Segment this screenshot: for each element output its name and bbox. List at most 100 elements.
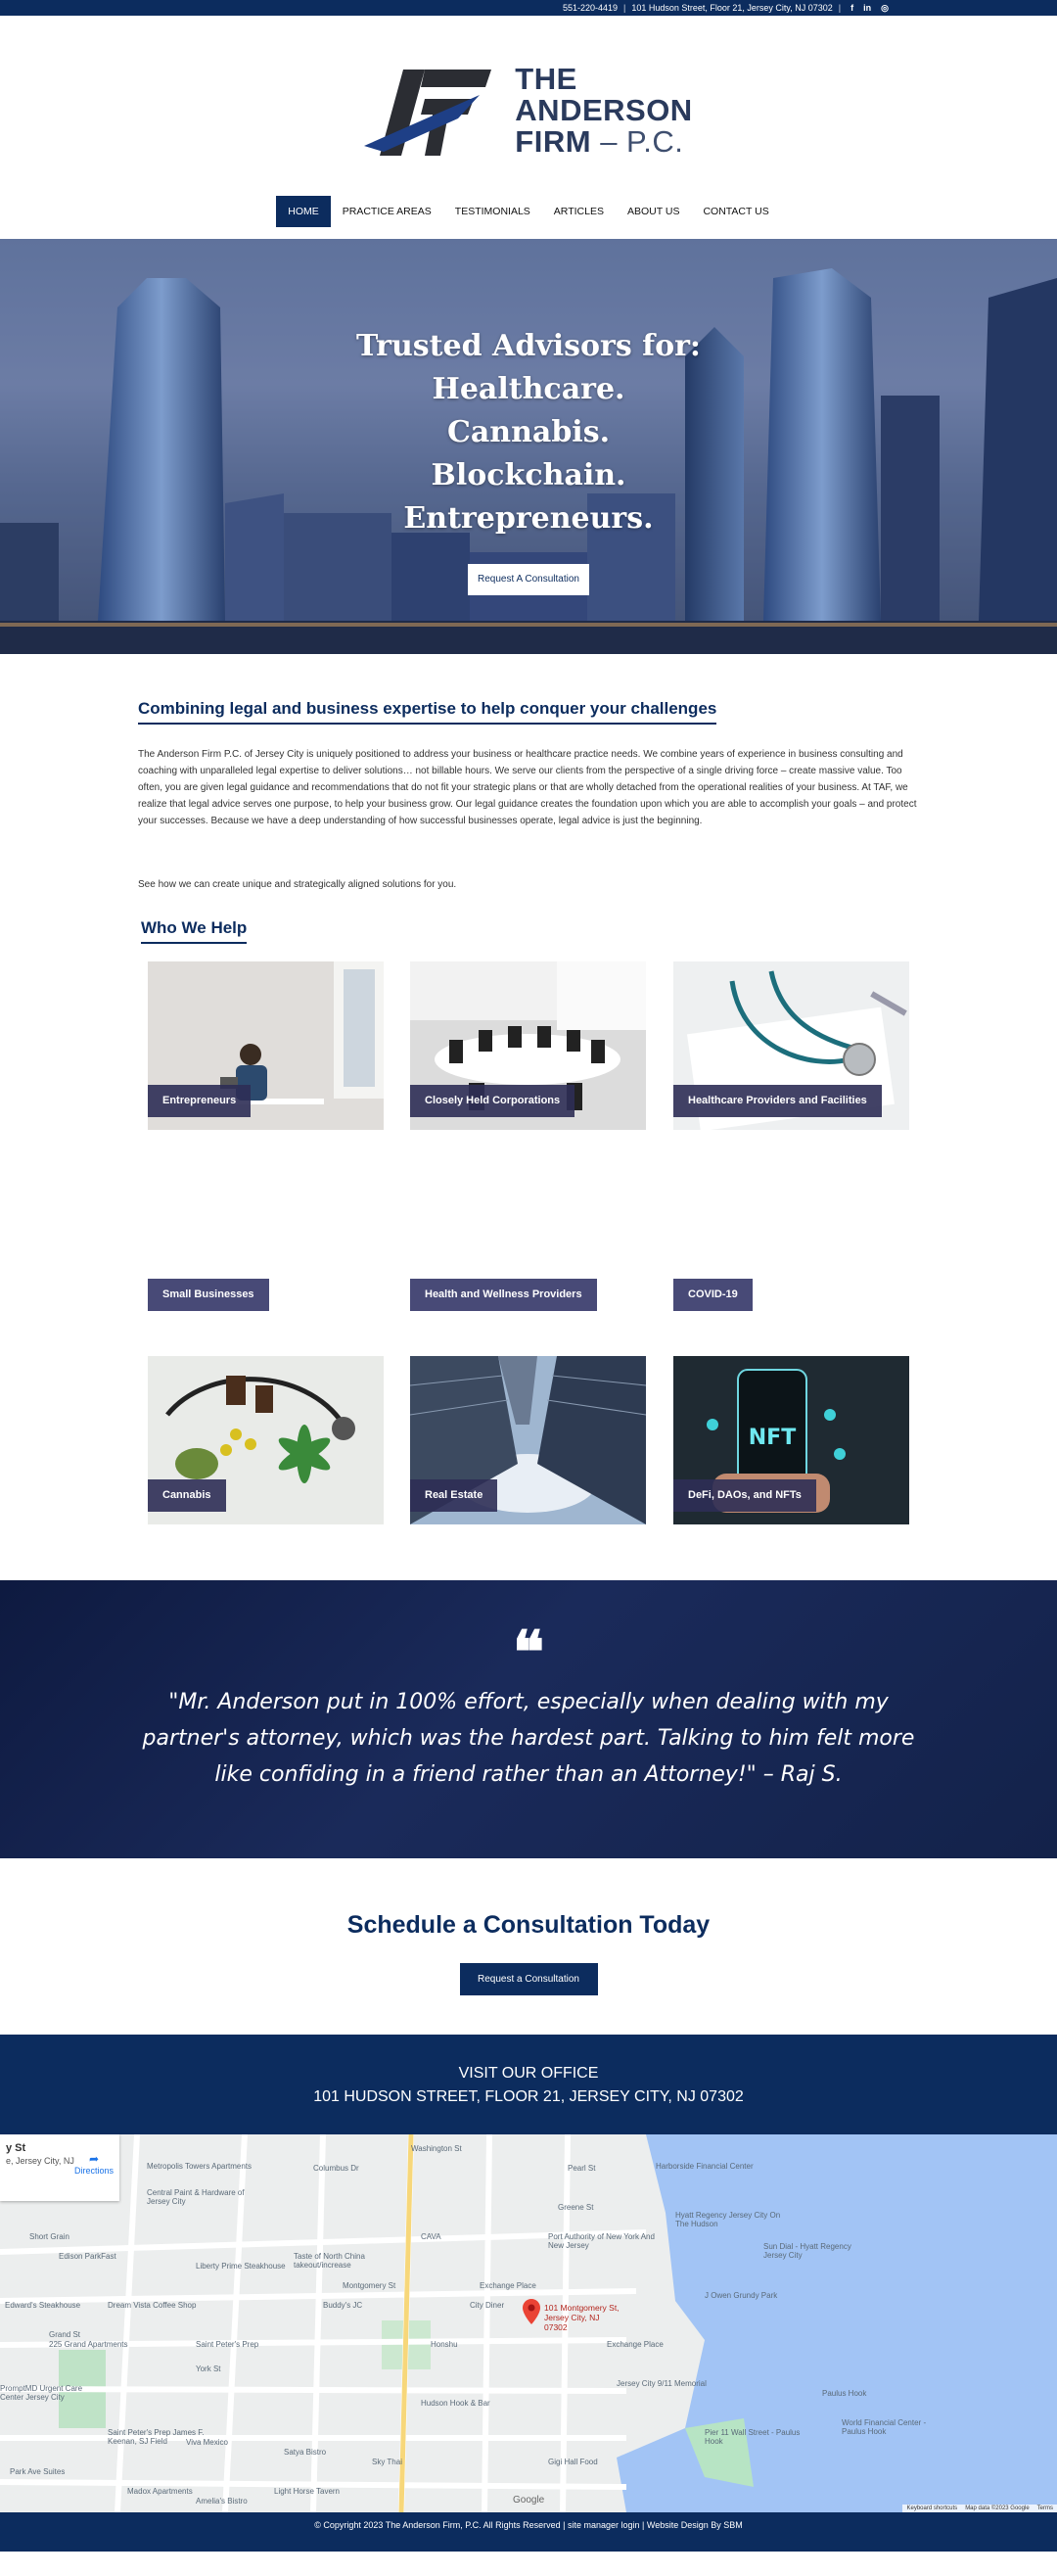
card-label: Entrepreneurs: [148, 1085, 252, 1117]
logo-firm: FIRM: [515, 124, 592, 159]
card-healthcare-providers[interactable]: Healthcare Providers and Facilities: [673, 961, 909, 1130]
nav-home[interactable]: HOME: [276, 196, 331, 227]
map-place-label: Liberty Prime Steakhouse: [196, 2262, 286, 2271]
card-small-businesses[interactable]: Small Businesses: [148, 1279, 269, 1311]
top-bar: 551-220-4419 | 101 Hudson Street, Floor …: [0, 0, 1057, 16]
main-nav: HOME PRACTICE AREAS TESTIMONIALS ARTICLE…: [0, 196, 1057, 239]
map-place-label: Washington St: [411, 2144, 462, 2153]
visit-address: 101 HUDSON STREET, FLOOR 21, JERSEY CITY…: [313, 2088, 744, 2105]
testimonial-text: "Mr. Anderson put in 100% effort, especi…: [142, 1690, 915, 1787]
map-place-label: Jersey City 9/11 Memorial: [617, 2379, 707, 2388]
intro-body: The Anderson Firm P.C. of Jersey City is…: [138, 749, 917, 826]
nav-about-us[interactable]: ABOUT US: [616, 196, 691, 227]
instagram-icon[interactable]: ◎: [881, 3, 889, 14]
site-logo[interactable]: THE ANDERSON FIRM – P.C.: [364, 62, 692, 160]
request-consultation-button[interactable]: Request A Consultation: [468, 564, 589, 595]
intro-section: Combining legal and business expertise t…: [0, 654, 919, 893]
nav-practice-areas[interactable]: PRACTICE AREAS: [331, 196, 443, 227]
map-place-label: Satya Bistro: [284, 2448, 327, 2457]
intro-heading: Combining legal and business expertise t…: [138, 699, 717, 725]
map-place-label: Gigi Hall Food: [548, 2458, 598, 2466]
map-place-label: Amelia's Bistro: [196, 2497, 248, 2506]
map-place-label: Metropolis Towers Apartments: [147, 2162, 253, 2171]
hero-line: Entrepreneurs.: [403, 501, 654, 536]
svg-text:NFT: NFT: [749, 1426, 796, 1450]
hero-line: Cannabis.: [446, 415, 611, 449]
who-we-help-grid: Entrepreneurs Closely Held Corporations: [0, 944, 1057, 1580]
map-attribution: Keyboard shortcuts Map data ©2023 Google…: [902, 2505, 1057, 2512]
logo-line-1: THE: [515, 62, 577, 96]
request-consultation-button-2[interactable]: Request a Consultation: [459, 1963, 598, 1995]
map-place-label: Montgomery St: [343, 2281, 396, 2290]
schedule-heading: Schedule a Consultation Today: [346, 1911, 711, 1939]
map-place-label: Saint Peter's Prep: [196, 2340, 259, 2349]
nav-articles[interactable]: ARTICLES: [542, 196, 616, 227]
divider: |: [623, 3, 626, 13]
visit-office-section: VISIT OUR OFFICE 101 HUDSON STREET, FLOO…: [0, 2035, 1057, 2134]
directions-icon: ➦: [88, 2152, 100, 2166]
map-place-label: Edward's Steakhouse: [5, 2301, 81, 2310]
visit-title: VISIT OUR OFFICE: [458, 2065, 599, 2082]
google-logo: Google: [513, 2495, 545, 2506]
hero-headline: Trusted Advisors for: Healthcare. Cannab…: [0, 325, 1057, 540]
card-entrepreneurs[interactable]: Entrepreneurs: [148, 961, 384, 1130]
map-place-label: Madox Apartments: [127, 2487, 193, 2496]
card-label: Closely Held Corporations: [410, 1085, 575, 1117]
card-real-estate[interactable]: Real Estate: [410, 1356, 646, 1524]
directions-label: Directions: [73, 2166, 114, 2176]
keyboard-shortcuts-link[interactable]: Keyboard shortcuts: [906, 2506, 957, 2511]
map-place-label: Taste of North China takeout/increase: [294, 2252, 365, 2270]
who-we-help-heading: Who We Help: [141, 918, 248, 944]
map-place-label: Park Ave Suites: [10, 2467, 66, 2476]
google-map[interactable]: y St e, Jersey City, NJ ➦ Directions 101…: [0, 2134, 1057, 2512]
map-place-label: PromptMD Urgent Care Center Jersey City: [0, 2384, 83, 2402]
logo-wordmark: THE ANDERSON FIRM – P.C.: [515, 64, 692, 158]
hero-line: Blockchain.: [431, 458, 626, 492]
card-cannabis[interactable]: Cannabis: [148, 1356, 384, 1524]
map-place-label: Buddy's JC: [323, 2301, 363, 2310]
map-place-label: Harborside Financial Center: [656, 2162, 754, 2171]
map-place-label: Sky Thai: [372, 2458, 402, 2466]
map-place-label: Short Grain: [29, 2232, 69, 2241]
map-place-label: J Owen Grundy Park: [705, 2291, 778, 2300]
linkedin-icon[interactable]: in: [863, 3, 871, 13]
location-pin-icon: [523, 2299, 540, 2324]
map-place-label: Hudson Hook & Bar: [421, 2399, 490, 2408]
nav-contact-us[interactable]: CONTACT US: [691, 196, 780, 227]
card-covid-19[interactable]: COVID-19: [673, 1279, 753, 1311]
terms-link[interactable]: Terms: [1037, 2506, 1053, 2511]
map-place-label: Light Horse Tavern: [274, 2487, 340, 2496]
map-place-label: Paulus Hook: [822, 2389, 867, 2398]
hero-line: Trusted Advisors for:: [356, 329, 701, 363]
map-place-label: Greene St: [558, 2203, 594, 2212]
phone-link[interactable]: 551-220-4419: [563, 3, 618, 13]
hero-banner: Trusted Advisors for: Healthcare. Cannab…: [0, 239, 1057, 654]
map-place-label: Dream Vista Coffee Shop: [108, 2301, 197, 2310]
map-place-label: Exchange Place: [480, 2281, 536, 2290]
map-place-label: Honshu: [431, 2340, 458, 2349]
map-info-card: y St e, Jersey City, NJ ➦ Directions: [0, 2134, 119, 2201]
map-place-label: World Financial Center - Paulus Hook: [842, 2418, 927, 2436]
testimonial-section: ❝ "Mr. Anderson put in 100% effort, espe…: [0, 1580, 1057, 1858]
card-health-wellness-providers[interactable]: Health and Wellness Providers: [410, 1279, 597, 1311]
divider: |: [838, 3, 842, 13]
map-pin-label: 101 Montgomery St, Jersey City, NJ 07302: [544, 2303, 620, 2332]
card-defi-daos-nfts[interactable]: NFT DeFi, DAOs, and NFTs: [673, 1356, 909, 1524]
site-footer: © Copyright 2023 The Anderson Firm, P.C.…: [0, 2512, 1057, 2552]
hero-line: Healthcare.: [432, 372, 625, 406]
map-place-label: CAVA: [421, 2232, 441, 2241]
map-place-label: City Diner: [470, 2301, 505, 2310]
map-place-label: Hyatt Regency Jersey City On The Hudson: [675, 2211, 781, 2228]
card-label: Healthcare Providers and Facilities: [673, 1085, 882, 1117]
logo-line-2: ANDERSON: [515, 93, 693, 127]
address-text: 101 Hudson Street, Floor 21, Jersey City…: [631, 3, 833, 13]
map-place-label: Central Paint & Hardware of Jersey City: [147, 2188, 245, 2206]
card-closely-held-corporations[interactable]: Closely Held Corporations: [410, 961, 646, 1130]
facebook-icon[interactable]: f: [850, 3, 853, 13]
map-place-label: Columbus Dr: [313, 2164, 359, 2173]
map-pin[interactable]: [523, 2299, 540, 2329]
nav-testimonials[interactable]: TESTIMONIALS: [443, 196, 542, 227]
map-place-label: Grand St: [49, 2330, 81, 2339]
logo-pc: – P.C.: [600, 124, 684, 159]
directions-link[interactable]: ➦ Directions: [74, 2152, 114, 2176]
